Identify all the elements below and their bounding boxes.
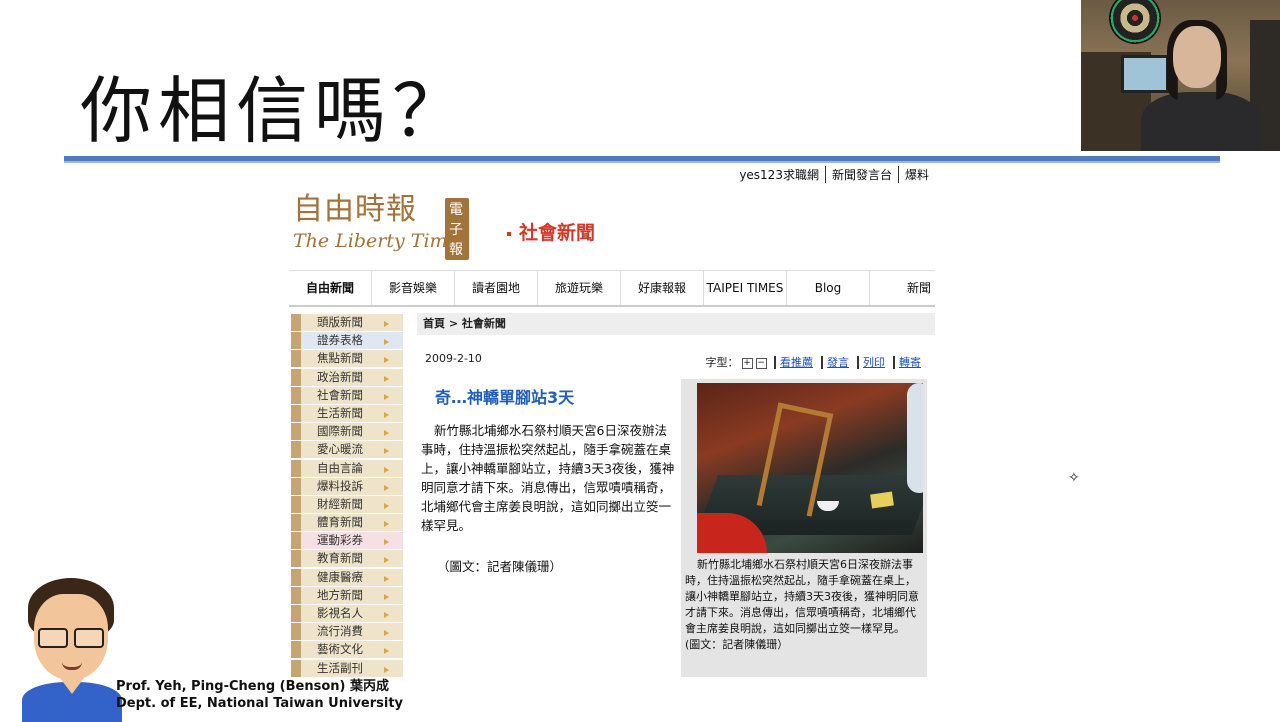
font-size-label: 字型：: [705, 356, 739, 369]
nav-item[interactable]: 讀者園地: [455, 271, 538, 305]
slide-title: 你相信嗎？: [80, 69, 471, 153]
nav-item[interactable]: TAIPEI TIMES: [704, 271, 787, 305]
photo-caption: 新竹縣北埔鄉水石祭村順天宮6日深夜辦法事時，住持溫振松突然起乩，隨手拿碗蓋在桌上…: [685, 557, 921, 653]
mouse-cursor-icon: ✧: [1068, 470, 1080, 486]
nav-item[interactable]: 新聞: [870, 271, 935, 305]
dartboard-image: [1109, 0, 1161, 44]
news-photo: [697, 383, 923, 553]
sidebar-item[interactable]: 健康醫療: [291, 568, 403, 586]
nav-item[interactable]: 好康報報: [621, 271, 704, 305]
article-tools: 字型： + − 看推薦 發言 列印 轉寄: [705, 354, 925, 370]
breadcrumb[interactable]: 首頁 > 社會新聞: [417, 313, 935, 335]
presenter-dept: Dept. of EE, National Taiwan University: [116, 696, 404, 711]
article-headline: 奇…神轎單腳站3天: [435, 388, 575, 407]
presenter-avatar: [22, 578, 122, 722]
sidebar-item[interactable]: 證券表格: [291, 332, 403, 350]
nav-item[interactable]: 自由新聞: [289, 271, 372, 305]
photo-panel: 新竹縣北埔鄉水石祭村順天宮6日深夜辦法事時，住持溫振松突然起乩，隨手拿碗蓋在桌上…: [681, 379, 927, 677]
sidebar-item[interactable]: 運動彩券: [291, 532, 403, 550]
top-link[interactable]: yes123求職網: [733, 166, 825, 183]
print-link[interactable]: 列印: [857, 356, 889, 369]
category-sidebar: 頭版新聞 證券表格 焦點新聞 政治新聞 社會新聞 生活新聞 國際新聞 愛心暖流 …: [291, 314, 403, 678]
nav-item[interactable]: 影音娛樂: [372, 271, 455, 305]
nav-item[interactable]: Blog: [787, 271, 870, 305]
forward-link[interactable]: 轉寄: [893, 356, 925, 369]
sidebar-item[interactable]: 爆料投訴: [291, 477, 403, 495]
main-nav: 自由新聞 影音娛樂 讀者園地 旅遊玩樂 好康報報 TAIPEI TIMES Bl…: [289, 270, 935, 307]
presenter-name: Prof. Yeh, Ping-Cheng (Benson) 葉丙成: [116, 679, 389, 694]
webcam-feed: [1081, 0, 1280, 151]
sidebar-item[interactable]: 生活副刊: [291, 659, 403, 677]
article-date: 2009-2-10: [425, 352, 482, 365]
logo-english: The Liberty Times: [293, 230, 469, 252]
sidebar-item[interactable]: 體育新聞: [291, 514, 403, 532]
article-body: 新竹縣北埔鄉水石祭村順天宮6日深夜辦法事時，住持溫振松突然起乩，隨手拿碗蓋在桌上…: [421, 423, 675, 533]
sidebar-item[interactable]: 國際新聞: [291, 423, 403, 441]
font-decrease-icon[interactable]: −: [755, 357, 767, 369]
comment-link[interactable]: 發言: [821, 356, 853, 369]
sidebar-item[interactable]: 焦點新聞: [291, 350, 403, 368]
article-credit: （圖文：記者陳儀珊）: [437, 559, 563, 574]
sidebar-item[interactable]: 頭版新聞: [291, 314, 403, 331]
site-logo[interactable]: 自由時報 電子報 The Liberty Times: [293, 184, 469, 260]
presenter-credit: Prof. Yeh, Ping-Cheng (Benson) 葉丙成 Dept.…: [116, 678, 403, 712]
sidebar-item[interactable]: 自由言論: [291, 459, 403, 477]
sidebar-item[interactable]: 政治新聞: [291, 368, 403, 386]
top-link[interactable]: 新聞發言台: [824, 166, 898, 183]
logo-badge: 電子報: [445, 198, 469, 260]
sidebar-item[interactable]: 流行消費: [291, 623, 403, 641]
sidebar-item[interactable]: 教育新聞: [291, 550, 403, 568]
font-increase-icon[interactable]: +: [741, 357, 753, 369]
sidebar-item[interactable]: 生活新聞: [291, 404, 403, 422]
caption-credit: (圖文：記者陳儀珊）: [685, 638, 789, 651]
section-title: 社會新聞: [507, 218, 595, 245]
sidebar-item[interactable]: 愛心暖流: [291, 441, 403, 459]
presenter-video: [1141, 20, 1261, 151]
sidebar-item[interactable]: 社會新聞: [291, 386, 403, 404]
top-link[interactable]: 爆料: [897, 166, 935, 183]
logo-chinese: 自由時報: [293, 192, 417, 227]
nav-item[interactable]: 旅遊玩樂: [538, 271, 621, 305]
caption-text: 新竹縣北埔鄉水石祭村順天宮6日深夜辦法事時，住持溫振松突然起乩，隨手拿碗蓋在桌上…: [685, 558, 919, 635]
title-divider: [64, 156, 1220, 163]
sidebar-item[interactable]: 地方新聞: [291, 586, 403, 604]
news-webpage-screenshot: yes123求職網 新聞發言台 爆料 自由時報 電子報 The Liberty Ti…: [289, 166, 935, 680]
recommend-link[interactable]: 看推薦: [774, 356, 817, 369]
sidebar-item[interactable]: 財經新聞: [291, 495, 403, 513]
sidebar-item[interactable]: 藝術文化: [291, 641, 403, 659]
sidebar-item[interactable]: 影視名人: [291, 605, 403, 622]
top-links: yes123求職網 新聞發言台 爆料: [733, 166, 935, 183]
